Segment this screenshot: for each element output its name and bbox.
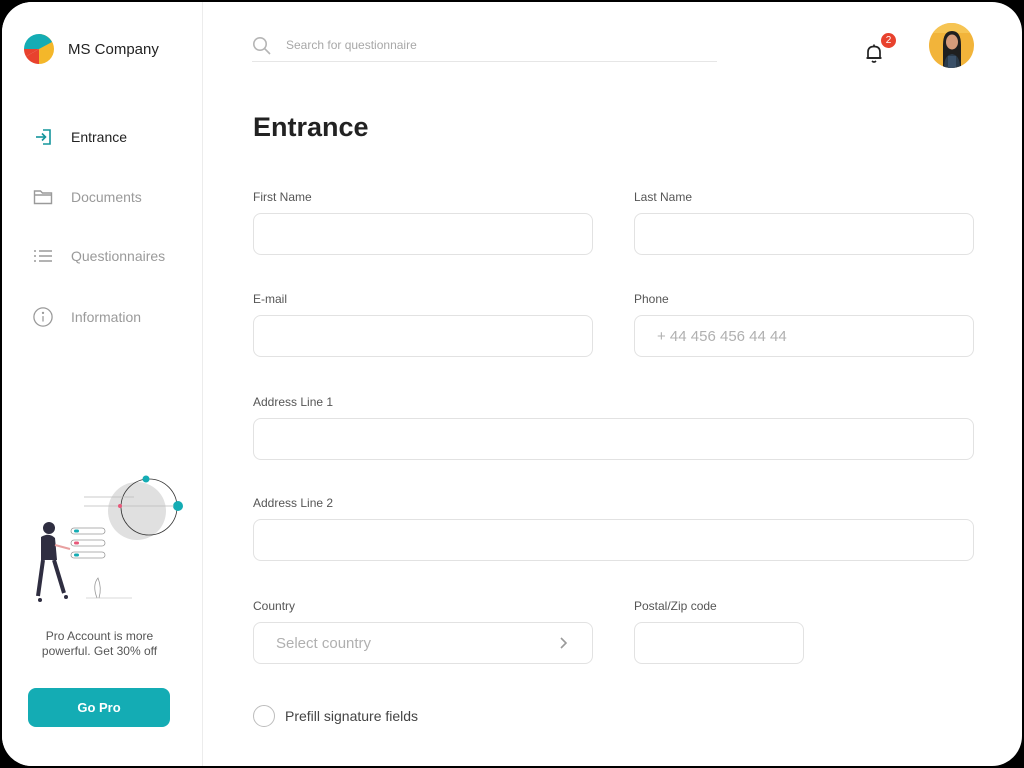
sidebar-item-entrance[interactable]: Entrance bbox=[33, 127, 127, 147]
country-label: Country bbox=[253, 599, 296, 613]
user-photo-icon bbox=[929, 23, 974, 68]
chevron-right-icon bbox=[560, 637, 568, 649]
sidebar-item-label: Questionnaires bbox=[71, 248, 166, 264]
postal-code-label: Postal/Zip code bbox=[634, 599, 717, 613]
enter-icon bbox=[33, 127, 53, 147]
last-name-label: Last Name bbox=[634, 190, 693, 204]
sidebar-item-documents[interactable]: Documents bbox=[33, 187, 142, 207]
sidebar-item-label: Entrance bbox=[71, 129, 128, 145]
prefill-signature-option[interactable]: Prefill signature fields bbox=[253, 705, 418, 727]
phone-field[interactable] bbox=[634, 315, 974, 357]
first-name-field[interactable] bbox=[253, 213, 593, 255]
address-line-1-label: Address Line 1 bbox=[253, 395, 334, 409]
brand[interactable]: MS Company bbox=[23, 33, 159, 65]
sidebar: MS Company Entrance Documents Questionna… bbox=[2, 2, 203, 766]
search-bar bbox=[252, 36, 717, 62]
avatar[interactable] bbox=[929, 23, 974, 68]
list-icon bbox=[33, 246, 53, 266]
notification-badge: 2 bbox=[879, 31, 898, 50]
go-pro-button[interactable]: Go Pro bbox=[28, 688, 170, 727]
pro-illustration bbox=[36, 475, 183, 602]
page-title: Entrance bbox=[253, 112, 369, 142]
country-select-value: Select country bbox=[276, 634, 372, 652]
email-field[interactable] bbox=[253, 315, 593, 357]
address-line-2-label: Address Line 2 bbox=[253, 496, 334, 510]
prefill-signature-label: Prefill signature fields bbox=[285, 708, 419, 724]
sidebar-item-information[interactable]: Information bbox=[33, 307, 141, 327]
phone-label: Phone bbox=[634, 292, 669, 306]
sidebar-item-questionnaires[interactable]: Questionnaires bbox=[33, 246, 165, 266]
search-icon bbox=[253, 37, 271, 55]
promo-text: Pro Account is more powerful. Get 30% of… bbox=[41, 629, 158, 658]
sidebar-item-label: Information bbox=[71, 309, 142, 325]
first-name-label: First Name bbox=[253, 190, 312, 204]
app-window: MS Company Entrance Documents Questionna… bbox=[2, 2, 1022, 766]
prefill-signature-radio[interactable] bbox=[253, 705, 275, 727]
search-input[interactable] bbox=[286, 38, 686, 52]
info-icon bbox=[33, 307, 53, 327]
sidebar-item-label: Documents bbox=[71, 189, 142, 205]
email-label: E-mail bbox=[253, 292, 288, 306]
country-select[interactable]: Select country bbox=[253, 622, 593, 664]
address-line-1-field[interactable] bbox=[253, 418, 974, 460]
folder-icon bbox=[33, 187, 53, 207]
company-logo-icon bbox=[23, 34, 54, 64]
postal-code-field[interactable] bbox=[634, 622, 804, 664]
last-name-field[interactable] bbox=[634, 213, 974, 255]
address-line-2-field[interactable] bbox=[253, 519, 974, 561]
company-name: MS Company bbox=[68, 40, 159, 58]
